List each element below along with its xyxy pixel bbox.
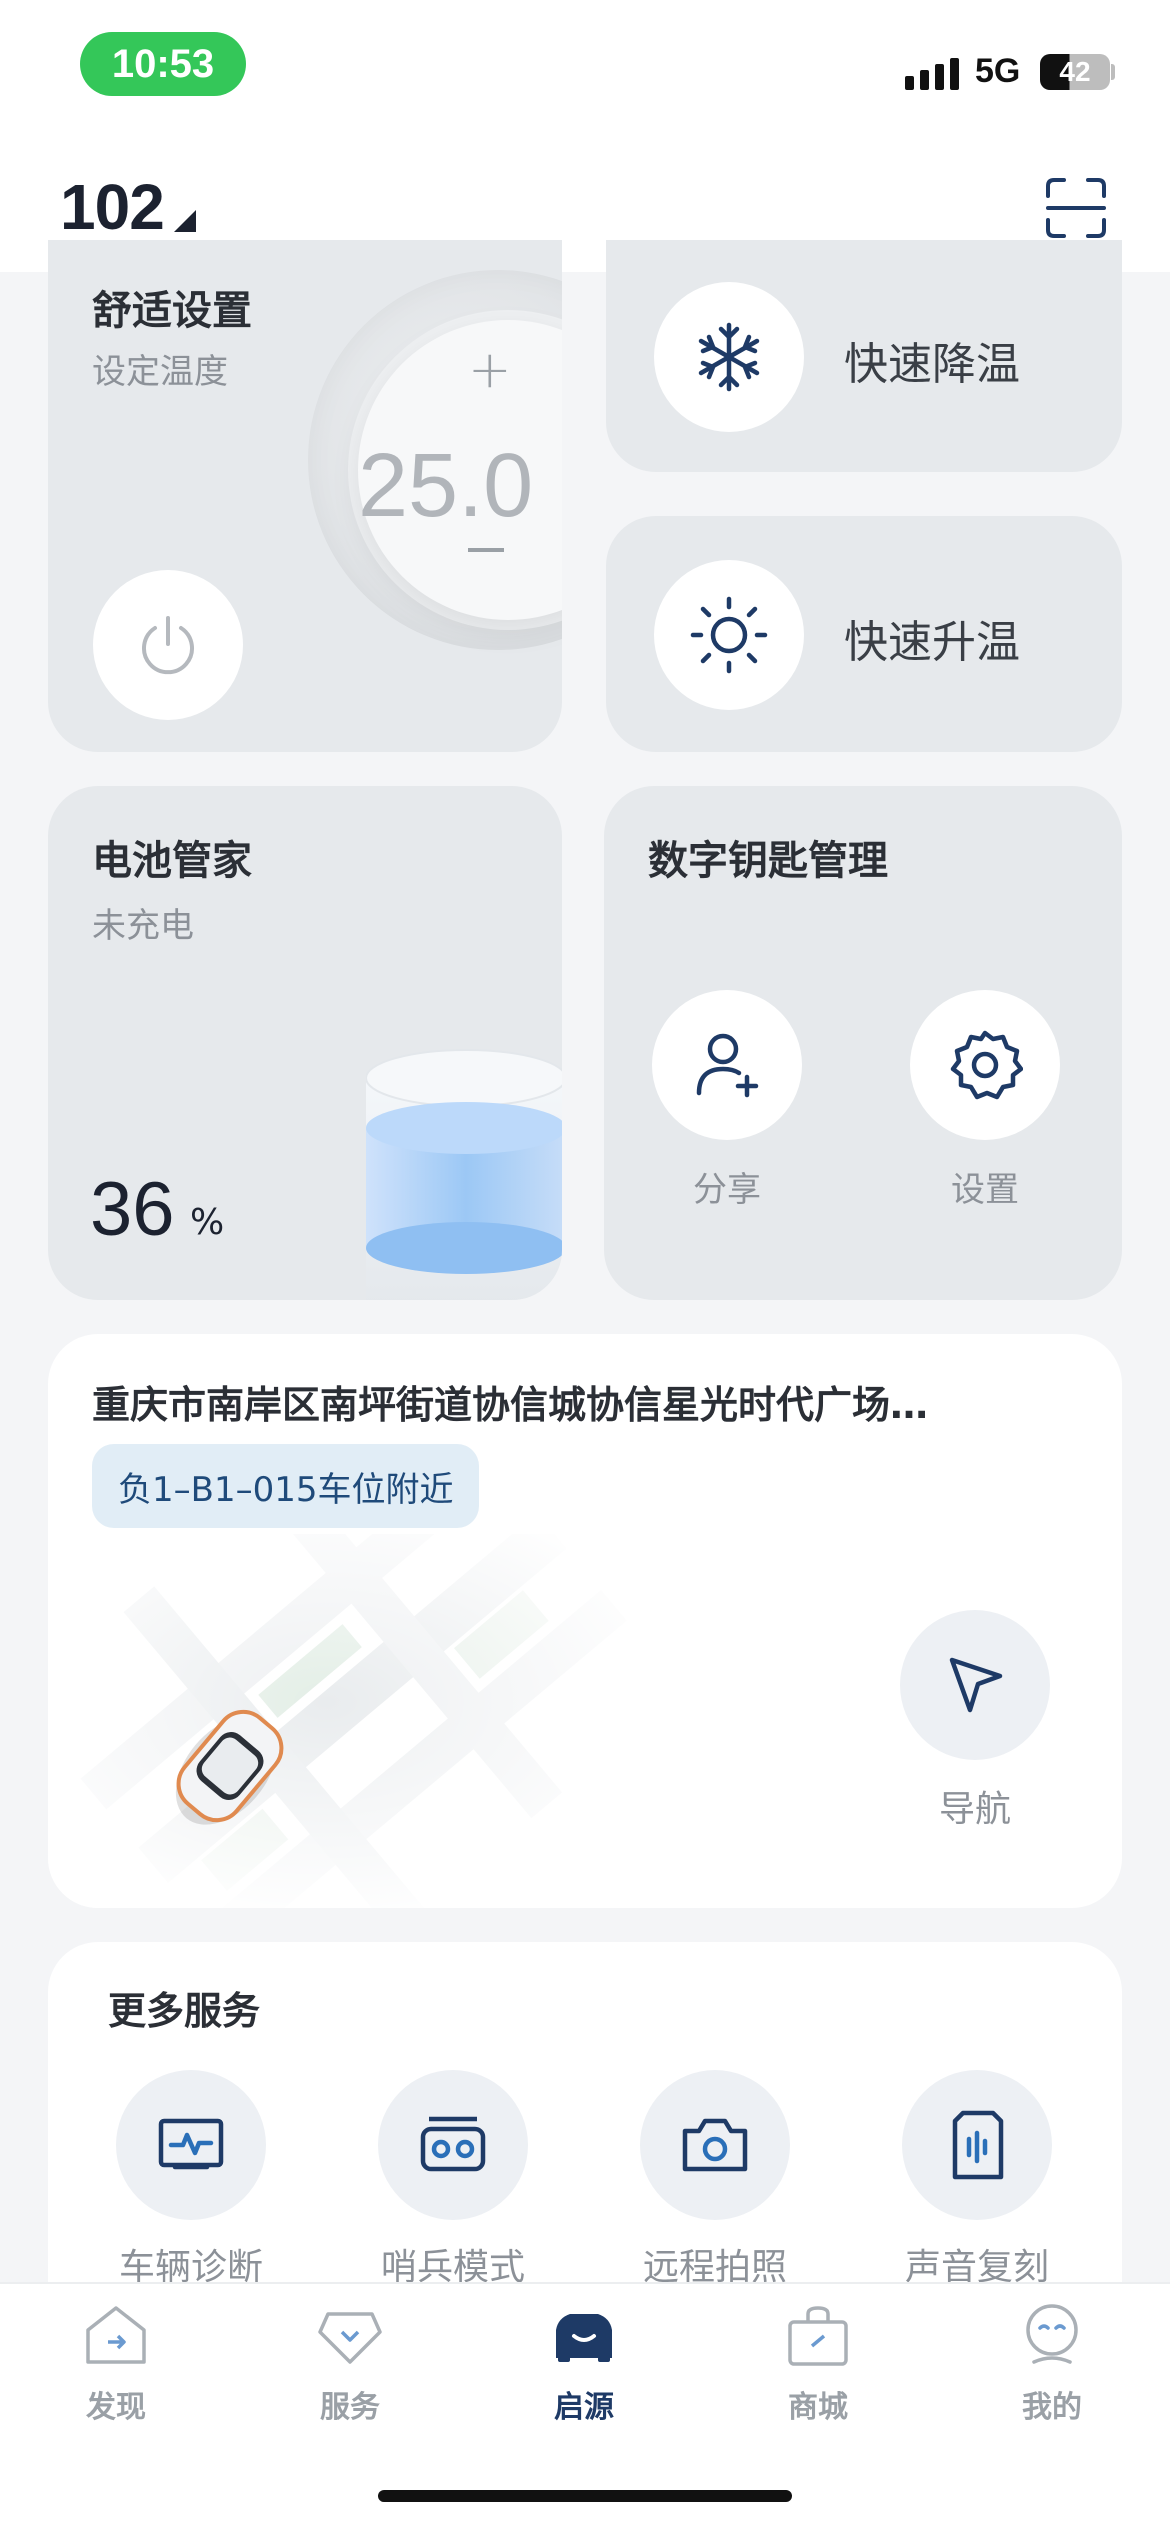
sun-icon — [690, 596, 768, 674]
tab-shop-label: 商城 — [788, 2390, 848, 2425]
scan-icon — [1046, 178, 1106, 238]
tab-discover-label: 发现 — [86, 2390, 146, 2425]
home-indicator[interactable] — [378, 2490, 792, 2502]
battery-manager-card[interactable]: 电池管家 未充电 36 % — [48, 786, 562, 1300]
service-remote-photo-button[interactable] — [640, 2070, 790, 2220]
add-user-icon — [696, 1033, 759, 1098]
temperature-increase-button[interactable]: + — [468, 340, 512, 400]
vehicle-location-card[interactable]: 重庆市南岸区南坪街道协信城协信星光时代广场… 负1–B1–015车位附近 导航 — [48, 1334, 1122, 1908]
battery-percent-unit: % — [190, 1202, 225, 1243]
comfort-title: 舒适设置 — [92, 288, 252, 334]
service-voice-clone-button[interactable] — [902, 2070, 1052, 2220]
service-icon — [318, 2312, 382, 2364]
tab-profile[interactable]: 我的 — [977, 2300, 1127, 2426]
gear-icon — [950, 1030, 1023, 1100]
comfort-subtitle: 设定温度 — [92, 352, 228, 392]
climate-power-button[interactable] — [93, 570, 243, 720]
comfort-settings-card[interactable]: 舒适设置 设定温度 + 25.0 — [48, 240, 562, 752]
navigate-button[interactable] — [900, 1610, 1050, 1760]
battery-level-graphic — [365, 1048, 562, 1300]
tab-service-label: 服务 — [320, 2390, 380, 2425]
profile-icon — [1026, 2304, 1078, 2364]
quick-cool-label: 快速降温 — [844, 339, 1020, 390]
network-type: 5G — [975, 52, 1021, 90]
discover-icon — [86, 2306, 146, 2364]
key-settings-button[interactable] — [910, 990, 1060, 1140]
tab-shop[interactable]: 商城 — [743, 2300, 893, 2426]
quick-heat-icon-wrap — [654, 560, 804, 710]
quick-cool-icon-wrap — [654, 282, 804, 432]
car-icon — [556, 2314, 612, 2362]
mini-map[interactable] — [48, 1444, 668, 1908]
more-services-title: 更多服务 — [108, 1989, 261, 2033]
battery-status: 未充电 — [92, 906, 194, 946]
service-diagnostics-button[interactable] — [116, 2070, 266, 2220]
tab-qiyuan[interactable]: 启源 — [509, 2300, 659, 2426]
tab-service[interactable]: 服务 — [275, 2300, 425, 2426]
quick-heat-label: 快速升温 — [844, 617, 1020, 668]
status-time: 10:53 — [80, 32, 246, 96]
battery-title: 电池管家 — [92, 838, 252, 884]
shop-icon — [788, 2306, 848, 2366]
snowflake-icon — [698, 322, 760, 392]
key-settings-label: 设置 — [951, 1170, 1019, 1210]
signal-icon — [905, 58, 959, 90]
digital-key-title: 数字钥匙管理 — [648, 838, 888, 884]
scan-button[interactable] — [1040, 172, 1112, 244]
quick-cool-card[interactable]: 快速降温 — [606, 240, 1122, 472]
battery-tip-icon — [1111, 64, 1115, 80]
tab-discover[interactable]: 发现 — [41, 2300, 191, 2426]
digital-key-card: 数字钥匙管理 分享 设置 — [604, 786, 1122, 1300]
car-selector[interactable]: 102 — [60, 170, 165, 244]
camera-icon — [682, 2118, 748, 2172]
diagnostics-icon — [158, 2118, 224, 2170]
tab-qiyuan-label: 启源 — [554, 2390, 614, 2425]
share-key-button[interactable] — [652, 990, 802, 1140]
power-icon — [142, 616, 194, 675]
navigate-label: 导航 — [938, 1789, 1011, 1830]
service-sentry-button[interactable] — [378, 2070, 528, 2220]
battery-percent: 36 — [90, 1167, 175, 1252]
parking-spot-badge: 负1–B1–015车位附近 — [92, 1444, 480, 1528]
battery-indicator: 42 — [1040, 54, 1110, 90]
voice-clone-icon — [952, 2110, 1004, 2180]
vehicle-address: 重庆市南岸区南坪街道协信城协信星光时代广场… — [92, 1383, 929, 1427]
temperature-value: 25.0 — [358, 436, 534, 536]
navigation-arrow-icon — [949, 1657, 1003, 1713]
temperature-decrease-button[interactable] — [468, 548, 504, 552]
quick-heat-card[interactable]: 快速升温 — [606, 516, 1122, 752]
car-selector-arrow-icon[interactable] — [174, 210, 196, 232]
share-key-label: 分享 — [693, 1170, 761, 1210]
tab-profile-label: 我的 — [1022, 2390, 1082, 2425]
sentry-icon — [420, 2116, 486, 2172]
